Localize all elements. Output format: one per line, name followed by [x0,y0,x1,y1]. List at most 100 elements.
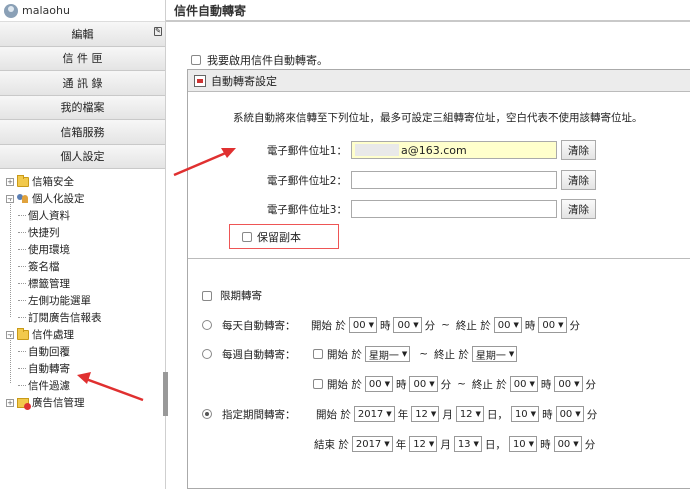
select-value: 2017 [355,438,382,450]
period-row: 指定期間轉寄： 開始 於 2017 ▼ 年 12 ▼ 月 12 ▼ 日， 10 ▼ 時 … [202,406,597,422]
enable-forward-label: 我要啟用信件自動轉寄。 [207,54,328,67]
end-label: 終止 於 [455,319,491,332]
weekly-start-hour-select[interactable]: 00 ▼ [364,376,393,392]
period-label: 指定期間轉寄： [222,408,296,421]
select-value: 13 [457,438,471,450]
select-value: 00 [513,378,527,390]
email-field-1[interactable]: a@163.com [351,141,557,159]
tree-item-security[interactable]: + 信箱安全 [6,173,165,190]
divider [188,258,690,259]
daily-label: 每天自動轉寄： [222,319,296,332]
weekly-start-min-select[interactable]: 00 ▼ [409,376,438,392]
tree-item-ad-management[interactable]: + 廣告信管理 [6,394,165,411]
period-start-day-select[interactable]: 12 ▼ [455,406,484,422]
period-start-month-select[interactable]: 12 ▼ [411,406,440,422]
daily-radio[interactable] [202,320,212,330]
sidebar: malaohu 編輯 ✎ 信 件 匣 通 訊 錄 我的檔案 信箱服務 個人設定 … [0,0,168,489]
enable-forward-checkbox[interactable] [191,55,201,65]
keep-copy-label: 保留副本 [257,230,301,244]
keep-copy-option: 保留副本 [229,224,339,249]
clear-button[interactable]: 清除 [561,170,596,190]
period-end-min-select[interactable]: 00 ▼ [553,436,582,452]
period-radio[interactable] [202,409,212,419]
weekly-end-min-select[interactable]: 00 ▼ [554,376,583,392]
month-unit: 月 [440,438,451,451]
tree-item-ad-report[interactable]: 訂閱廣告信報表 [6,309,165,326]
clear-button[interactable]: 清除 [561,140,596,160]
daily-end-hour-select[interactable]: 00 ▼ [493,317,522,333]
end-label: 終止 於 [434,348,469,361]
hour-unit: 時 [540,438,551,451]
nav-mail-service-button[interactable]: 信箱服務 [0,120,165,145]
email-field-3[interactable] [351,200,557,218]
description-text: 系統自動將來信轉至下列位址，最多可設定三組轉寄位址，空白代表不使用該轉寄位址。 [233,112,643,124]
period-end-year-select[interactable]: 2017 ▼ [351,436,393,452]
tree-label: 廣告信管理 [32,397,85,409]
tree-item-left-menu[interactable]: 左側功能選單 [6,292,165,309]
month-unit: 月 [442,408,453,421]
tree-item-shortcuts[interactable]: 快捷列 [6,224,165,241]
period-end-day-select[interactable]: 13 ▼ [453,436,482,452]
tree-item-labels[interactable]: 標籤管理 [6,275,165,292]
weekly-time-checkbox[interactable] [313,379,323,389]
nav-personal-settings-button[interactable]: 個人設定 [0,144,165,169]
period-start-year-select[interactable]: 2017 ▼ [353,406,395,422]
start-label: 開始 於 [311,319,346,332]
period-end-month-select[interactable]: 12 ▼ [409,436,438,452]
tree-label: 個人化設定 [32,193,85,205]
tree-item-personal[interactable]: − 個人化設定 [6,190,165,207]
clear-button[interactable]: 清除 [561,199,596,219]
nav-files-button[interactable]: 我的檔案 [0,95,165,120]
weekly-end-day-select[interactable]: 星期一 ▼ [471,346,518,362]
weekly-day-checkbox[interactable] [313,349,323,359]
tree-item-profile[interactable]: 個人資料 [6,207,165,224]
address-row-3: 電子郵件位址3： 清除 [233,199,596,219]
daily-end-min-select[interactable]: 00 ▼ [538,317,567,333]
select-value: 12 [413,438,426,450]
limit-label: 限期轉寄 [220,290,262,302]
ad-block-icon [17,397,31,410]
tree-label: 信件處理 [32,329,74,341]
weekly-end-hour-select[interactable]: 00 ▼ [509,376,538,392]
keep-copy-checkbox[interactable] [242,231,252,242]
select-value: 00 [413,378,427,390]
select-value: 星期一 [368,350,399,362]
daily-start-min-select[interactable]: 00 ▼ [393,317,422,333]
address-label: 電子郵件位址3： [266,203,347,216]
forward-settings-panel: 自動轉寄設定 系統自動將來信轉至下列位址，最多可設定三組轉寄位址，空白代表不使用… [187,69,690,489]
weekly-radio[interactable] [202,349,212,359]
users-icon [17,193,29,204]
expand-icon[interactable]: + [6,177,14,186]
tree-item-signature[interactable]: 簽名檔 [6,258,165,275]
avatar [4,3,18,18]
tree-label: 信箱安全 [32,176,74,188]
expand-icon[interactable]: + [6,398,14,407]
panel-header: 自動轉寄設定 [188,70,690,92]
tilde: ~ [419,348,429,360]
panel-title: 自動轉寄設定 [211,74,277,88]
hour-unit: 時 [540,378,552,391]
tree-item-mail-filter[interactable]: 信件過濾 [6,377,165,394]
min-unit: 分 [424,319,436,332]
edit-icon[interactable]: ✎ [154,27,162,36]
tree-item-environment[interactable]: 使用環境 [6,241,165,258]
min-unit: 分 [585,378,597,391]
edit-button[interactable]: 編輯 ✎ [0,22,165,47]
nav-contacts-button[interactable]: 通 訊 錄 [0,71,165,96]
tree-item-auto-reply[interactable]: 自動回覆 [6,343,165,360]
period-start-hour-select[interactable]: 10 ▼ [510,406,540,422]
email-field-2[interactable] [351,171,557,189]
year-unit: 年 [397,408,409,421]
limit-checkbox[interactable] [202,290,212,301]
tree-item-mail-handling[interactable]: − 信件處理 [6,326,165,343]
daily-start-hour-select[interactable]: 00 ▼ [348,317,377,333]
select-value: 星期一 [475,350,506,362]
weekly-start-day-select[interactable]: 星期一 ▼ [364,346,411,362]
select-value: 12 [459,408,473,420]
edit-label: 編輯 [71,27,94,41]
tree-item-auto-forward[interactable]: 自動轉寄 [6,360,165,377]
nav-inbox-button[interactable]: 信 件 匣 [0,46,165,71]
folder-icon [17,174,29,187]
period-end-hour-select[interactable]: 10 ▼ [508,436,538,452]
period-start-min-select[interactable]: 00 ▼ [555,406,584,422]
